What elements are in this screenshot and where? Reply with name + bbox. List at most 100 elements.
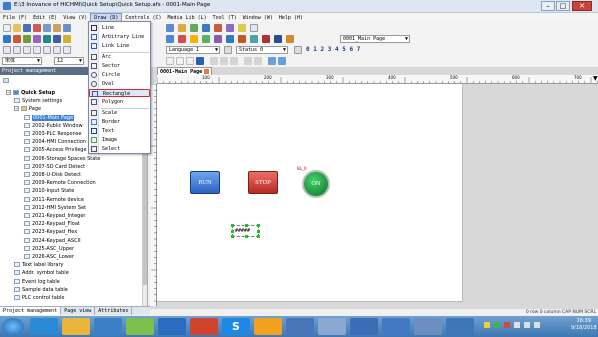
run-button[interactable]: RUN (190, 171, 220, 194)
page-select[interactable]: 0001_Main Page ▼ (340, 35, 410, 43)
taskbar-app3-icon[interactable] (446, 318, 474, 335)
network-icon[interactable] (524, 322, 530, 328)
document-tab[interactable]: 0001-Main Page (157, 67, 213, 75)
selection-handle[interactable] (257, 224, 260, 227)
download-icon[interactable] (202, 24, 210, 32)
tree-item[interactable]: Addr. symbol table (14, 270, 69, 277)
tree-toolbar[interactable] (3, 78, 11, 85)
selection-handle[interactable] (231, 235, 234, 238)
undo-icon[interactable] (63, 24, 71, 32)
zoom-icon[interactable] (166, 24, 174, 32)
paste-icon[interactable] (53, 24, 61, 32)
tree-item[interactable]: 2003-PLC Response (24, 131, 81, 138)
taskbar-explorer-icon[interactable] (62, 318, 90, 335)
on-indicator-lamp[interactable]: ON (302, 170, 330, 198)
stop-button[interactable]: STOP (248, 171, 278, 194)
tree-item[interactable]: 2012-HMI System Set (24, 204, 86, 212)
bring-front-icon[interactable] (268, 57, 276, 65)
menu-item-sector[interactable]: Sector (89, 62, 150, 70)
start-button[interactable] (2, 318, 24, 335)
tab-project-management[interactable]: Project management (0, 307, 62, 315)
tray-icon[interactable] (504, 322, 510, 328)
menu-item-scale[interactable]: Scale (89, 109, 150, 117)
align-middle-icon[interactable] (220, 57, 228, 65)
numeric-display[interactable]: ##### (231, 224, 260, 238)
tool-icon[interactable] (226, 24, 234, 32)
save-icon[interactable] (23, 24, 31, 32)
grid-icon[interactable] (250, 24, 258, 32)
tree-item[interactable]: 2026-ASC_Lower (24, 254, 74, 261)
layer-6[interactable]: 6 (350, 46, 354, 53)
arc-tool-icon[interactable] (33, 46, 41, 54)
open-folder-icon[interactable] (13, 24, 21, 32)
distribute-h-icon[interactable] (244, 57, 252, 65)
menu-item-text[interactable]: Text (89, 127, 150, 135)
selection-handle[interactable] (231, 230, 234, 233)
menu-window[interactable]: Window (W) (240, 14, 276, 23)
status-select[interactable]: Status 0 ▼ (236, 46, 288, 54)
distribute-v-icon[interactable] (254, 57, 262, 65)
font-color-icon[interactable] (196, 57, 204, 65)
taskbar-calc-icon[interactable] (382, 318, 410, 335)
page-canvas[interactable]: RUN STOP BL_0 ON ##### (157, 84, 463, 302)
rotate-icon[interactable] (63, 35, 71, 43)
menu-view[interactable]: View (V) (60, 14, 90, 23)
sector-tool-icon[interactable] (43, 46, 51, 54)
taskbar-pdf-icon[interactable] (190, 318, 218, 335)
send-back-icon[interactable] (278, 57, 286, 65)
alarm-control-icon[interactable] (238, 35, 246, 43)
upload-icon[interactable] (214, 24, 222, 32)
tree-item[interactable]: − Page (14, 106, 41, 113)
order-icon[interactable] (53, 35, 61, 43)
menu-item-border[interactable]: Border (89, 118, 150, 126)
tree-item[interactable]: 2004-HMI Connection (24, 139, 86, 146)
compile-icon[interactable] (178, 24, 186, 32)
layer-2[interactable]: 2 (321, 46, 325, 53)
align-left-icon[interactable] (3, 35, 11, 43)
align-bottom-icon[interactable] (230, 57, 238, 65)
tree-item[interactable]: 2011-Remote device (24, 196, 84, 204)
selection-handle[interactable] (257, 235, 260, 238)
tree-item[interactable]: 2006-Storage Spaces State (24, 155, 100, 163)
layer-5[interactable]: 5 (342, 46, 346, 53)
curve-tool-icon[interactable] (23, 46, 31, 54)
tree-item[interactable]: 2002-Public Window (24, 122, 83, 130)
taskbar-media-icon[interactable] (94, 318, 122, 335)
layer-3[interactable]: 3 (328, 46, 332, 53)
taskbar-skype-icon[interactable]: S (222, 318, 250, 335)
menu-item-select[interactable]: Select (89, 145, 150, 153)
menu-tool[interactable]: Tool (T) (210, 14, 240, 23)
tree-item[interactable]: 2023-Keypad_Hex (24, 229, 77, 236)
tree-item[interactable]: − Quick Setup (6, 90, 55, 97)
menu-file[interactable]: File (F) (0, 14, 30, 23)
selection-handle[interactable] (257, 230, 260, 233)
tree-item[interactable]: 2005-Access Privilege (24, 147, 87, 154)
selection-handle[interactable] (245, 224, 248, 227)
taskbar-app2-icon[interactable] (318, 318, 346, 335)
taskbar-network-icon[interactable] (286, 318, 314, 335)
menu-edit[interactable]: Edit (E) (30, 14, 60, 23)
layer-7[interactable]: 7 (357, 46, 361, 53)
close-tab-icon[interactable] (204, 69, 210, 74)
tree-item[interactable]: 2024-Keypad_ASCII (24, 237, 81, 245)
tree-item[interactable]: System settings (14, 98, 62, 105)
simulate-icon[interactable] (190, 24, 198, 32)
taskbar-chrome-icon[interactable] (158, 318, 186, 335)
menu-item-line[interactable]: Line (89, 24, 150, 32)
menu-help[interactable]: Help (H) (276, 14, 306, 23)
lamp-control-icon[interactable] (178, 35, 186, 43)
menu-item-oval[interactable]: Oval (89, 80, 150, 88)
ungroup-icon[interactable] (43, 35, 51, 43)
tree-item[interactable]: 0001-Main Page (24, 114, 75, 122)
menu-item-link-line[interactable]: Link Line (89, 42, 150, 50)
language-select[interactable]: Language 1 ▼ (166, 46, 220, 54)
tab-page-view[interactable]: Page view (61, 307, 96, 315)
tree-item[interactable]: 2009-Remote Connection (24, 180, 96, 187)
circle-tool-icon[interactable] (53, 46, 61, 54)
expand-toggle-icon[interactable]: − (6, 90, 11, 95)
tab-attributes[interactable]: Attributes (95, 307, 133, 315)
italic-icon[interactable] (176, 57, 184, 65)
layer-0[interactable]: 0 (306, 46, 310, 53)
cut-icon[interactable] (33, 24, 41, 32)
chevron-down-icon[interactable]: ▼ (593, 75, 598, 82)
